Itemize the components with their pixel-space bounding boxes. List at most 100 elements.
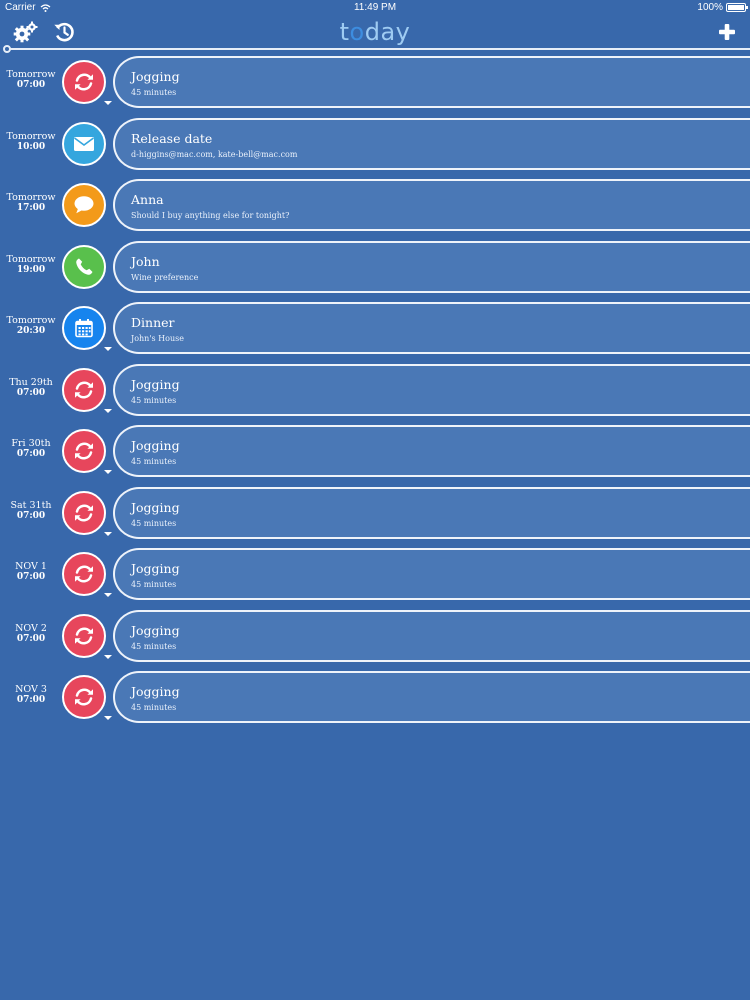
item-time-label: 07:00: [16, 449, 46, 459]
item-type-badge[interactable]: [62, 60, 106, 104]
speech-bubble-icon: [74, 196, 94, 214]
item-subtitle: 45 minutes: [131, 580, 177, 589]
item-subtitle: 45 minutes: [131, 395, 177, 405]
item-type-badge[interactable]: [62, 121, 106, 166]
app-title-text-start: t: [339, 18, 350, 46]
list-item: NOV 1 07:00 Jogging 45 minutes: [0, 546, 750, 602]
item-datetime: NOV 1 07:00: [0, 561, 62, 583]
item-type-badge[interactable]: [62, 367, 106, 412]
item-datetime: Tomorrow 19:00: [0, 253, 62, 275]
list-item: Sat 31th 07:00 Jogging 45 minutes: [0, 485, 750, 541]
item-datetime: NOV 2 07:00: [0, 623, 62, 644]
battery-percent: 100%: [697, 2, 723, 13]
item-day-label: Fri 30th: [11, 438, 51, 449]
item-datetime: Fri 30th 07:00: [0, 438, 62, 460]
item-subtitle: 45 minutes: [131, 457, 177, 466]
item-card[interactable]: Jogging 45 minutes: [113, 425, 750, 477]
status-time: 11:49 PM: [353, 2, 397, 13]
item-title: Jogging: [131, 684, 180, 699]
item-datetime: Thu 29th 07:00: [0, 377, 62, 398]
item-time-label: 20:30: [16, 326, 46, 336]
item-time-label: 07:00: [16, 387, 46, 398]
item-type-badge[interactable]: [62, 675, 106, 719]
item-datetime: Tomorrow 20:30: [0, 315, 62, 337]
item-type-badge[interactable]: [62, 429, 106, 473]
item-subtitle: Should I buy anything else for tonight?: [131, 211, 290, 220]
item-day-label: NOV 1: [15, 561, 47, 572]
repeat-icon: [75, 504, 93, 521]
expand-caret-icon[interactable]: [104, 347, 112, 351]
item-day-label: NOV 3: [15, 684, 47, 695]
item-time-label: 07:00: [16, 80, 46, 90]
list-item: Tomorrow 07:00 Jogging 45 minutes: [0, 54, 750, 110]
item-datetime: Tomorrow 10:00: [0, 130, 62, 152]
item-time-label: 07:00: [16, 633, 46, 644]
timeline-start-dot: [3, 45, 11, 53]
item-title: Dinner: [131, 315, 175, 330]
item-card[interactable]: Jogging 45 minutes: [113, 486, 750, 539]
expand-caret-icon[interactable]: [104, 716, 112, 720]
item-time-label: 17:00: [16, 203, 46, 213]
item-card[interactable]: Jogging 45 minutes: [113, 609, 750, 662]
list-item: Tomorrow 17:00 Anna Should I buy anything e…: [0, 177, 750, 233]
toolbar: today: [0, 16, 750, 48]
item-type-badge[interactable]: [62, 552, 106, 596]
repeat-icon: [75, 565, 93, 583]
item-type-badge[interactable]: [62, 244, 106, 289]
item-time-label: 07:00: [16, 572, 46, 582]
item-time-label: 10:00: [16, 141, 46, 152]
item-card[interactable]: Jogging 45 minutes: [113, 548, 750, 600]
item-title: Jogging: [131, 622, 180, 638]
phone-icon: [76, 258, 93, 275]
expand-caret-icon[interactable]: [104, 408, 112, 413]
repeat-icon: [75, 381, 93, 398]
item-title: Anna: [131, 192, 164, 207]
item-title: Jogging: [131, 69, 180, 84]
item-day-label: Tomorrow: [6, 130, 56, 142]
expand-caret-icon[interactable]: [104, 654, 112, 659]
calendar-icon: [75, 319, 93, 338]
app-title: today: [0, 16, 750, 48]
expand-caret-icon[interactable]: [104, 470, 112, 474]
item-datetime: Tomorrow 07:00: [0, 70, 62, 91]
item-type-badge[interactable]: [62, 613, 106, 658]
today-app-screen: Carrier 11:49 PM 100% today Tomorrow 07:…: [0, 0, 750, 1000]
item-card[interactable]: Dinner John's House: [113, 302, 750, 354]
item-card[interactable]: John Wine preference: [113, 240, 750, 293]
item-card[interactable]: Release date d-higgins@mac.com, kate-bell…: [113, 117, 750, 170]
item-card[interactable]: Jogging 45 minutes: [113, 363, 750, 416]
item-type-badge[interactable]: [62, 490, 106, 535]
plus-icon: [719, 24, 735, 40]
item-datetime: Sat 31th 07:00: [0, 500, 62, 521]
item-day-label: Tomorrow: [6, 315, 56, 326]
item-time-label: 07:00: [16, 510, 46, 521]
expand-caret-icon[interactable]: [104, 101, 112, 105]
list-item: NOV 2 07:00 Jogging 45 minutes: [0, 608, 750, 664]
item-card[interactable]: Jogging 45 minutes: [113, 671, 750, 723]
expand-caret-icon[interactable]: [104, 593, 112, 597]
timeline-line: [7, 48, 750, 50]
app-title-highlight: o: [349, 18, 365, 46]
battery-icon: [726, 3, 748, 12]
list-item: Tomorrow 19:00 John Wine preference: [0, 239, 750, 295]
item-card[interactable]: Anna Should I buy anything else for tonig…: [113, 179, 750, 231]
list-item: Thu 29th 07:00 Jogging 45 minutes: [0, 362, 750, 418]
repeat-icon: [75, 688, 93, 706]
item-card[interactable]: Jogging 45 minutes: [113, 56, 750, 108]
list-item: Fri 30th 07:00 Jogging 45 minutes: [0, 423, 750, 479]
item-type-badge[interactable]: [62, 183, 106, 227]
repeat-icon: [75, 442, 93, 460]
mail-icon: [74, 136, 94, 151]
item-subtitle: Wine preference: [131, 272, 199, 282]
expand-caret-icon[interactable]: [104, 531, 112, 536]
item-day-label: Tomorrow: [6, 253, 56, 265]
add-button[interactable]: [714, 19, 740, 45]
item-subtitle: John's House: [131, 334, 184, 343]
item-subtitle: 45 minutes: [131, 518, 177, 528]
status-bar: Carrier 11:49 PM 100%: [0, 0, 750, 16]
item-datetime: NOV 3 07:00: [0, 684, 62, 706]
app-title-text-end: day: [364, 18, 411, 46]
item-subtitle: 45 minutes: [131, 703, 177, 712]
item-type-badge[interactable]: [62, 306, 106, 350]
item-title: Jogging: [131, 376, 180, 392]
